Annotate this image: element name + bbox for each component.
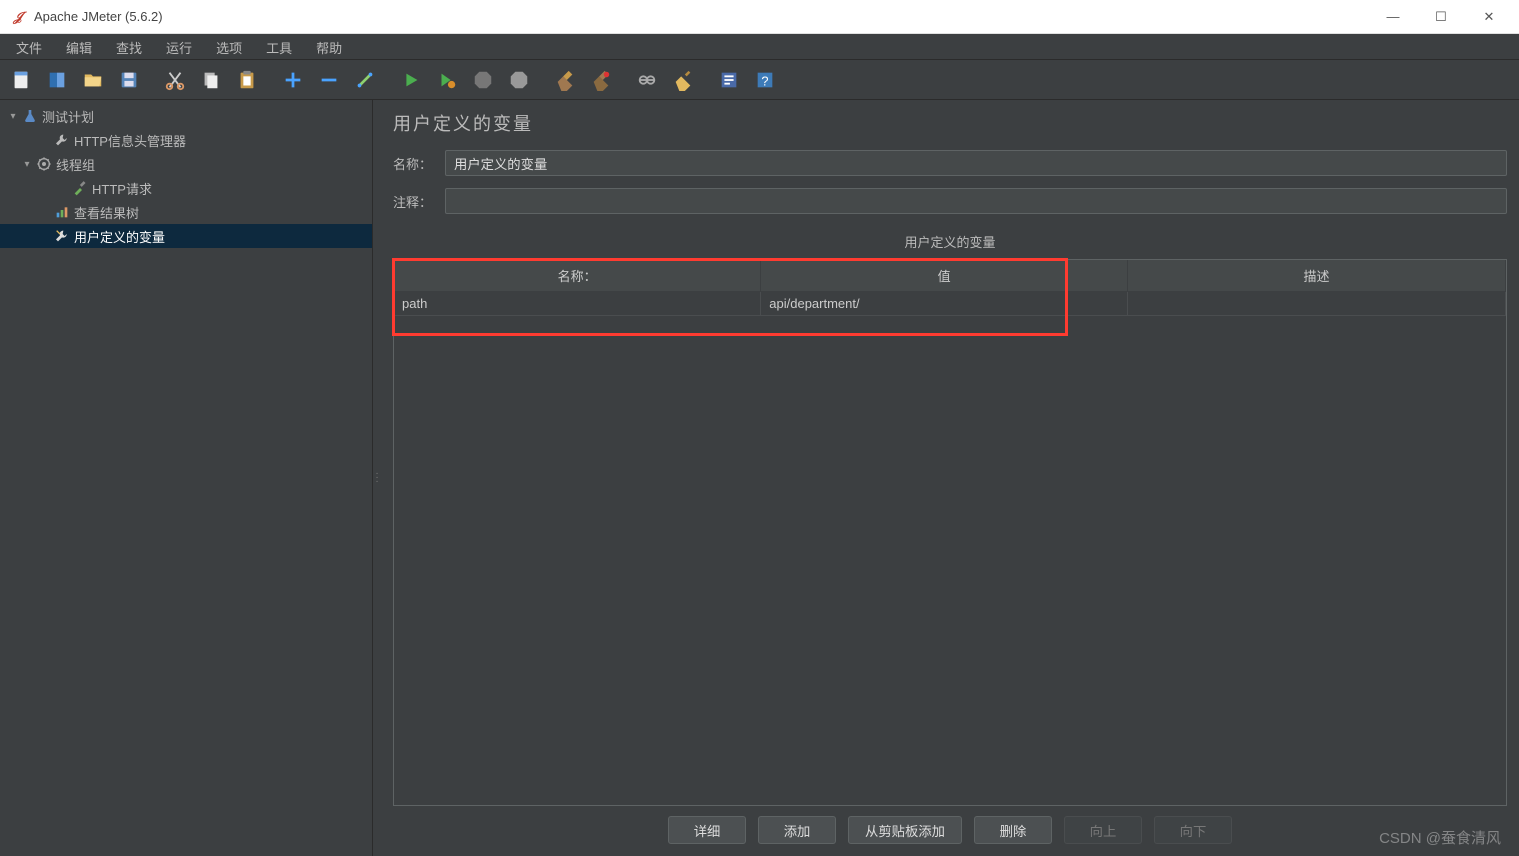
menu-run[interactable]: 运行 <box>154 34 204 59</box>
stop-button[interactable] <box>466 64 500 96</box>
main-area: ▾ 测试计划 HTTP信息头管理器 ▾ 线程组 HTTP请求 查看结果树 用 <box>0 100 1519 856</box>
cut-button[interactable] <box>158 64 192 96</box>
menu-edit[interactable]: 编辑 <box>54 34 104 59</box>
gear-icon <box>34 156 54 172</box>
flask-icon <box>20 108 40 124</box>
svg-text:?: ? <box>761 73 768 88</box>
reset-search-button[interactable] <box>666 64 700 96</box>
help-button[interactable]: ? <box>748 64 782 96</box>
table-row[interactable]: path api/department/ <box>394 292 1506 316</box>
wrench-icon <box>52 132 72 148</box>
save-button[interactable] <box>112 64 146 96</box>
tree-user-defined-variables[interactable]: 用户定义的变量 <box>0 224 372 248</box>
menu-search[interactable]: 查找 <box>104 34 154 59</box>
start-button[interactable] <box>394 64 428 96</box>
clear-all-button[interactable] <box>584 64 618 96</box>
wrench-icon <box>52 228 72 244</box>
comment-row: 注释： <box>393 188 1507 214</box>
tree-view-results-tree[interactable]: 查看结果树 <box>0 200 372 224</box>
comment-label: 注释： <box>393 192 445 211</box>
toolbar: ? <box>0 60 1519 100</box>
variables-section: 用户定义的变量 名称： 值 描述 path <box>393 226 1507 848</box>
cell-name[interactable]: path <box>394 292 761 316</box>
window-controls: — ☐ ✕ <box>1383 9 1511 25</box>
tree-toggle-icon[interactable]: ▾ <box>6 111 20 122</box>
cell-desc[interactable] <box>1128 292 1506 316</box>
variables-table[interactable]: 名称： 值 描述 path api/department/ <box>394 260 1506 316</box>
expand-button[interactable] <box>276 64 310 96</box>
delete-button[interactable]: 删除 <box>974 816 1052 844</box>
window-minimize-button[interactable]: — <box>1383 9 1403 25</box>
splitter-dots-icon: ··· <box>375 472 378 484</box>
open-button[interactable] <box>76 64 110 96</box>
new-button[interactable] <box>4 64 38 96</box>
tree-item-label: HTTP信息头管理器 <box>74 131 186 150</box>
variables-table-wrap: 名称： 值 描述 path api/department/ <box>393 259 1507 806</box>
collapse-button[interactable] <box>312 64 346 96</box>
column-header-desc[interactable]: 描述 <box>1128 260 1506 292</box>
menu-help[interactable]: 帮助 <box>304 34 354 59</box>
menu-options[interactable]: 选项 <box>204 34 254 59</box>
add-from-clipboard-button[interactable]: 从剪贴板添加 <box>848 816 962 844</box>
clear-button[interactable] <box>548 64 582 96</box>
column-header-name[interactable]: 名称： <box>394 260 761 292</box>
up-button[interactable]: 向上 <box>1064 816 1142 844</box>
start-no-pause-button[interactable] <box>430 64 464 96</box>
name-row: 名称： <box>393 150 1507 176</box>
cell-value[interactable]: api/department/ <box>761 292 1128 316</box>
window-maximize-button[interactable]: ☐ <box>1431 9 1451 25</box>
add-button[interactable]: 添加 <box>758 816 836 844</box>
tree-item-label: HTTP请求 <box>92 179 152 198</box>
tree-item-label: 线程组 <box>56 155 95 174</box>
window-close-button[interactable]: ✕ <box>1479 9 1499 25</box>
menu-bar: 文件 编辑 查找 运行 选项 工具 帮助 <box>0 34 1519 60</box>
menu-file[interactable]: 文件 <box>4 34 54 59</box>
tree-thread-group[interactable]: ▾ 线程组 <box>0 152 372 176</box>
tree-item-label: 测试计划 <box>42 107 94 126</box>
comment-input[interactable] <box>445 188 1507 214</box>
copy-button[interactable] <box>194 64 228 96</box>
menu-tools[interactable]: 工具 <box>254 34 304 59</box>
down-button[interactable]: 向下 <box>1154 816 1232 844</box>
column-header-value[interactable]: 值 <box>761 260 1128 292</box>
tree-toggle-icon[interactable]: ▾ <box>20 159 34 170</box>
window-title: Apache JMeter (5.6.2) <box>34 9 1383 24</box>
panel-title: 用户定义的变量 <box>393 110 1507 136</box>
search-button[interactable] <box>630 64 664 96</box>
tree-panel[interactable]: ▾ 测试计划 HTTP信息头管理器 ▾ 线程组 HTTP请求 查看结果树 用 <box>0 100 373 856</box>
name-input[interactable] <box>445 150 1507 176</box>
dropper-icon <box>70 180 90 196</box>
name-label: 名称： <box>393 154 445 173</box>
function-helper-button[interactable] <box>712 64 746 96</box>
editor-panel: 用户定义的变量 名称： 注释： 用户定义的变量 名称： 值 描述 <box>381 100 1519 856</box>
tree-http-header-manager[interactable]: HTTP信息头管理器 <box>0 128 372 152</box>
tree-test-plan[interactable]: ▾ 测试计划 <box>0 104 372 128</box>
templates-button[interactable] <box>40 64 74 96</box>
tree-http-request[interactable]: HTTP请求 <box>0 176 372 200</box>
app-icon: 𝒥 <box>8 9 28 25</box>
detail-button[interactable]: 详细 <box>668 816 746 844</box>
chart-icon <box>52 204 72 220</box>
window-titlebar: 𝒥 Apache JMeter (5.6.2) — ☐ ✕ <box>0 0 1519 34</box>
tree-item-label: 用户定义的变量 <box>74 227 165 246</box>
shutdown-button[interactable] <box>502 64 536 96</box>
tree-item-label: 查看结果树 <box>74 203 139 222</box>
paste-button[interactable] <box>230 64 264 96</box>
toggle-button[interactable] <box>348 64 382 96</box>
variables-heading: 用户定义的变量 <box>393 226 1507 259</box>
buttons-row: 详细 添加 从剪贴板添加 删除 向上 向下 <box>393 806 1507 848</box>
splitter-handle[interactable]: ··· <box>373 100 381 856</box>
